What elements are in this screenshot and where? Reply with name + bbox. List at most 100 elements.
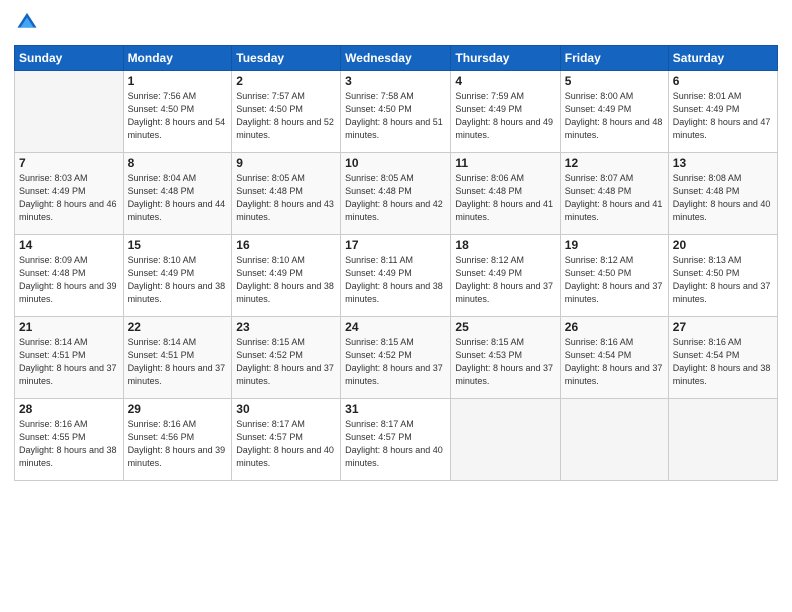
calendar-cell: 2 Sunrise: 7:57 AMSunset: 4:50 PMDaylight… [232, 71, 341, 153]
calendar-cell [451, 399, 560, 481]
calendar-cell: 20 Sunrise: 8:13 AMSunset: 4:50 PMDayligh… [668, 235, 777, 317]
day-number: 30 [236, 402, 336, 416]
day-info: Sunrise: 8:17 AMSunset: 4:57 PMDaylight:… [236, 418, 336, 470]
day-number: 7 [19, 156, 119, 170]
weekday-header: Thursday [451, 46, 560, 71]
day-info: Sunrise: 8:10 AMSunset: 4:49 PMDaylight:… [128, 254, 228, 306]
day-info: Sunrise: 8:10 AMSunset: 4:49 PMDaylight:… [236, 254, 336, 306]
calendar-cell: 24 Sunrise: 8:15 AMSunset: 4:52 PMDayligh… [341, 317, 451, 399]
day-number: 26 [565, 320, 664, 334]
calendar-cell: 30 Sunrise: 8:17 AMSunset: 4:57 PMDayligh… [232, 399, 341, 481]
day-number: 25 [455, 320, 555, 334]
day-number: 14 [19, 238, 119, 252]
day-number: 12 [565, 156, 664, 170]
calendar-cell: 17Sunrise: 8:11 AMSunset: 4:49 PMDayligh… [341, 235, 451, 317]
calendar-cell: 11 Sunrise: 8:06 AMSunset: 4:48 PMDayligh… [451, 153, 560, 235]
calendar-cell: 5 Sunrise: 8:00 AMSunset: 4:49 PMDaylight… [560, 71, 668, 153]
calendar-cell: 19Sunrise: 8:12 AMSunset: 4:50 PMDayligh… [560, 235, 668, 317]
day-info: Sunrise: 8:07 AMSunset: 4:48 PMDaylight:… [565, 172, 664, 224]
weekday-header: Sunday [15, 46, 124, 71]
day-number: 22 [128, 320, 228, 334]
calendar-cell: 9 Sunrise: 8:05 AMSunset: 4:48 PMDaylight… [232, 153, 341, 235]
calendar-cell: 10 Sunrise: 8:05 AMSunset: 4:48 PMDayligh… [341, 153, 451, 235]
day-number: 15 [128, 238, 228, 252]
calendar-cell [668, 399, 777, 481]
day-info: Sunrise: 8:14 AMSunset: 4:51 PMDaylight:… [128, 336, 228, 388]
day-number: 24 [345, 320, 446, 334]
calendar-cell: 3 Sunrise: 7:58 AMSunset: 4:50 PMDaylight… [341, 71, 451, 153]
day-info: Sunrise: 8:16 AMSunset: 4:54 PMDaylight:… [565, 336, 664, 388]
day-info: Sunrise: 8:15 AMSunset: 4:52 PMDaylight:… [236, 336, 336, 388]
day-info: Sunrise: 8:05 AMSunset: 4:48 PMDaylight:… [345, 172, 446, 224]
day-info: Sunrise: 8:03 AMSunset: 4:49 PMDaylight:… [19, 172, 119, 224]
calendar-cell: 31 Sunrise: 8:17 AMSunset: 4:57 PMDayligh… [341, 399, 451, 481]
day-info: Sunrise: 8:12 AMSunset: 4:50 PMDaylight:… [565, 254, 664, 306]
calendar-cell: 7 Sunrise: 8:03 AMSunset: 4:49 PMDaylight… [15, 153, 124, 235]
day-info: Sunrise: 8:12 AMSunset: 4:49 PMDaylight:… [455, 254, 555, 306]
day-number: 11 [455, 156, 555, 170]
day-number: 18 [455, 238, 555, 252]
day-info: Sunrise: 7:58 AMSunset: 4:50 PMDaylight:… [345, 90, 446, 142]
day-number: 21 [19, 320, 119, 334]
day-info: Sunrise: 8:15 AMSunset: 4:52 PMDaylight:… [345, 336, 446, 388]
day-number: 29 [128, 402, 228, 416]
day-info: Sunrise: 8:17 AMSunset: 4:57 PMDaylight:… [345, 418, 446, 470]
day-info: Sunrise: 8:15 AMSunset: 4:53 PMDaylight:… [455, 336, 555, 388]
day-number: 23 [236, 320, 336, 334]
day-number: 5 [565, 74, 664, 88]
day-number: 8 [128, 156, 228, 170]
day-info: Sunrise: 7:56 AMSunset: 4:50 PMDaylight:… [128, 90, 228, 142]
day-info: Sunrise: 8:06 AMSunset: 4:48 PMDaylight:… [455, 172, 555, 224]
calendar-cell: 28Sunrise: 8:16 AMSunset: 4:55 PMDayligh… [15, 399, 124, 481]
day-number: 3 [345, 74, 446, 88]
day-number: 2 [236, 74, 336, 88]
day-info: Sunrise: 8:13 AMSunset: 4:50 PMDaylight:… [673, 254, 773, 306]
calendar-cell [560, 399, 668, 481]
weekday-header: Wednesday [341, 46, 451, 71]
day-number: 10 [345, 156, 446, 170]
day-number: 1 [128, 74, 228, 88]
day-info: Sunrise: 8:14 AMSunset: 4:51 PMDaylight:… [19, 336, 119, 388]
calendar-cell [15, 71, 124, 153]
day-number: 17 [345, 238, 446, 252]
day-number: 16 [236, 238, 336, 252]
day-info: Sunrise: 8:00 AMSunset: 4:49 PMDaylight:… [565, 90, 664, 142]
calendar-cell: 18 Sunrise: 8:12 AMSunset: 4:49 PMDayligh… [451, 235, 560, 317]
weekday-header: Tuesday [232, 46, 341, 71]
calendar-cell: 15 Sunrise: 8:10 AMSunset: 4:49 PMDayligh… [123, 235, 232, 317]
day-number: 9 [236, 156, 336, 170]
day-info: Sunrise: 8:04 AMSunset: 4:48 PMDaylight:… [128, 172, 228, 224]
calendar-cell: 22 Sunrise: 8:14 AMSunset: 4:51 PMDayligh… [123, 317, 232, 399]
day-info: Sunrise: 8:16 AMSunset: 4:56 PMDaylight:… [128, 418, 228, 470]
day-info: Sunrise: 8:05 AMSunset: 4:48 PMDaylight:… [236, 172, 336, 224]
logo-icon [16, 10, 38, 32]
header [14, 10, 778, 37]
day-number: 20 [673, 238, 773, 252]
calendar-cell: 21 Sunrise: 8:14 AMSunset: 4:51 PMDayligh… [15, 317, 124, 399]
calendar-cell: 14 Sunrise: 8:09 AMSunset: 4:48 PMDayligh… [15, 235, 124, 317]
day-info: Sunrise: 7:59 AMSunset: 4:49 PMDaylight:… [455, 90, 555, 142]
day-number: 31 [345, 402, 446, 416]
calendar-cell: 23 Sunrise: 8:15 AMSunset: 4:52 PMDayligh… [232, 317, 341, 399]
calendar-cell: 12 Sunrise: 8:07 AMSunset: 4:48 PMDayligh… [560, 153, 668, 235]
calendar-cell: 8 Sunrise: 8:04 AMSunset: 4:48 PMDaylight… [123, 153, 232, 235]
calendar-cell: 26 Sunrise: 8:16 AMSunset: 4:54 PMDayligh… [560, 317, 668, 399]
calendar-cell: 13Sunrise: 8:08 AMSunset: 4:48 PMDayligh… [668, 153, 777, 235]
day-info: Sunrise: 8:16 AMSunset: 4:54 PMDaylight:… [673, 336, 773, 388]
weekday-header: Saturday [668, 46, 777, 71]
logo [14, 10, 38, 37]
calendar-cell: 4Sunrise: 7:59 AMSunset: 4:49 PMDaylight… [451, 71, 560, 153]
calendar-cell: 27 Sunrise: 8:16 AMSunset: 4:54 PMDayligh… [668, 317, 777, 399]
day-number: 13 [673, 156, 773, 170]
calendar-cell: 29 Sunrise: 8:16 AMSunset: 4:56 PMDayligh… [123, 399, 232, 481]
calendar-table: SundayMondayTuesdayWednesdayThursdayFrid… [14, 45, 778, 481]
calendar-cell: 25 Sunrise: 8:15 AMSunset: 4:53 PMDayligh… [451, 317, 560, 399]
day-info: Sunrise: 8:09 AMSunset: 4:48 PMDaylight:… [19, 254, 119, 306]
day-info: Sunrise: 7:57 AMSunset: 4:50 PMDaylight:… [236, 90, 336, 142]
day-number: 27 [673, 320, 773, 334]
calendar-cell: 16 Sunrise: 8:10 AMSunset: 4:49 PMDayligh… [232, 235, 341, 317]
day-info: Sunrise: 8:01 AMSunset: 4:49 PMDaylight:… [673, 90, 773, 142]
weekday-header: Monday [123, 46, 232, 71]
page: SundayMondayTuesdayWednesdayThursdayFrid… [0, 0, 792, 612]
calendar-cell: 1 Sunrise: 7:56 AMSunset: 4:50 PMDaylight… [123, 71, 232, 153]
